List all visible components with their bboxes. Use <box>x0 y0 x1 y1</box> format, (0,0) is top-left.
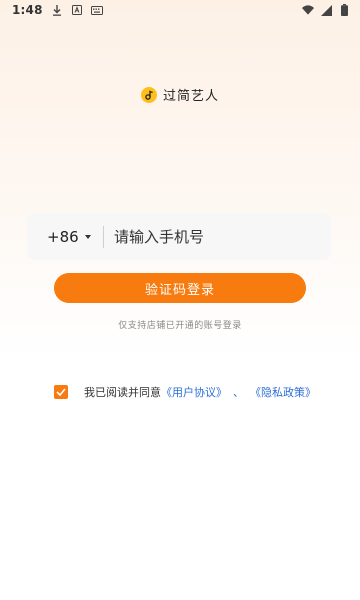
agreement-prefix: 我已阅读并同意 <box>84 386 161 399</box>
brand: 过简艺人 <box>0 85 360 104</box>
status-left: 1:48 <box>12 3 103 17</box>
divider <box>103 225 104 248</box>
status-bar: 1:48 <box>0 0 360 20</box>
wifi-icon <box>302 4 314 16</box>
battery-icon <box>338 4 350 16</box>
caret-down-icon <box>84 234 91 239</box>
country-code-text: +86 <box>47 227 79 246</box>
agreement-row: 我已阅读并同意 《用户协议》 、 《隐私政策》 <box>54 384 316 400</box>
status-right <box>302 4 350 16</box>
app-name: 过简艺人 <box>162 89 219 104</box>
login-hint: 仅支持店铺已开通的账号登录 <box>118 321 242 331</box>
a-icon <box>71 4 83 16</box>
user-agreement-link[interactable]: 《用户协议》 <box>161 384 227 400</box>
country-code-selector[interactable]: +86 <box>27 228 97 246</box>
status-time: 1:48 <box>12 3 43 17</box>
agreement-checkbox[interactable] <box>54 385 68 399</box>
check-icon <box>56 388 66 396</box>
download-icon <box>51 4 63 16</box>
sms-login-button[interactable]: 验证码登录 <box>54 273 306 303</box>
agreement-separator: 、 <box>233 386 244 399</box>
signal-icon <box>320 4 332 16</box>
music-note-icon <box>140 86 157 103</box>
keyboard-icon <box>90 4 103 16</box>
privacy-policy-link[interactable]: 《隐私政策》 <box>250 384 316 400</box>
phone-input[interactable] <box>114 213 331 260</box>
phone-row: +86 <box>27 213 331 260</box>
